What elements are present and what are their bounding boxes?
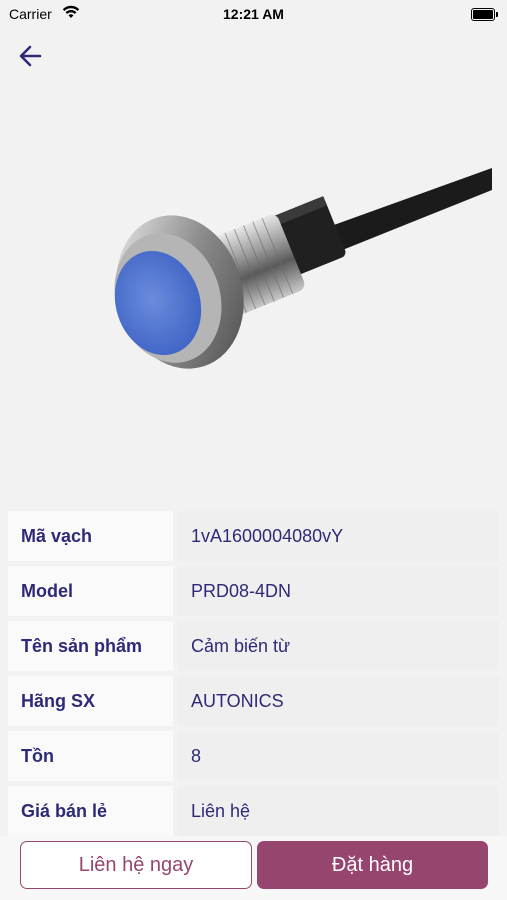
contact-now-button[interactable]: Liên hệ ngay	[20, 841, 252, 889]
info-value: PRD08-4DN	[178, 566, 499, 616]
info-value: Cảm biến từ	[178, 621, 499, 671]
info-row-stock: Tồn 8	[8, 731, 499, 781]
product-image	[0, 90, 507, 500]
info-row-product-name: Tên sản phẩm Cảm biến từ	[8, 621, 499, 671]
battery-icon	[471, 8, 498, 21]
info-row-model: Model PRD08-4DN	[8, 566, 499, 616]
back-button[interactable]	[14, 40, 48, 72]
info-value: AUTONICS	[178, 676, 499, 726]
product-info-table: Mã vạch 1vA1600004080vY Model PRD08-4DN …	[8, 511, 499, 841]
info-label: Hãng SX	[8, 676, 173, 726]
info-label: Mã vạch	[8, 511, 173, 561]
info-row-manufacturer: Hãng SX AUTONICS	[8, 676, 499, 726]
status-bar: Carrier 12:21 AM	[0, 0, 507, 28]
info-row-retail-price: Giá bán lẻ Liên hệ	[8, 786, 499, 836]
info-label: Giá bán lẻ	[8, 786, 173, 836]
clock: 12:21 AM	[223, 6, 284, 22]
bottom-action-bar: Liên hệ ngay Đặt hàng	[0, 836, 507, 900]
info-label: Tồn	[8, 731, 173, 781]
order-button[interactable]: Đặt hàng	[257, 841, 488, 889]
info-value: 8	[178, 731, 499, 781]
arrow-left-icon	[19, 45, 42, 67]
info-row-barcode: Mã vạch 1vA1600004080vY	[8, 511, 499, 561]
info-value: 1vA1600004080vY	[178, 511, 499, 561]
info-label: Tên sản phẩm	[8, 621, 173, 671]
info-value: Liên hệ	[178, 786, 499, 836]
info-label: Model	[8, 566, 173, 616]
